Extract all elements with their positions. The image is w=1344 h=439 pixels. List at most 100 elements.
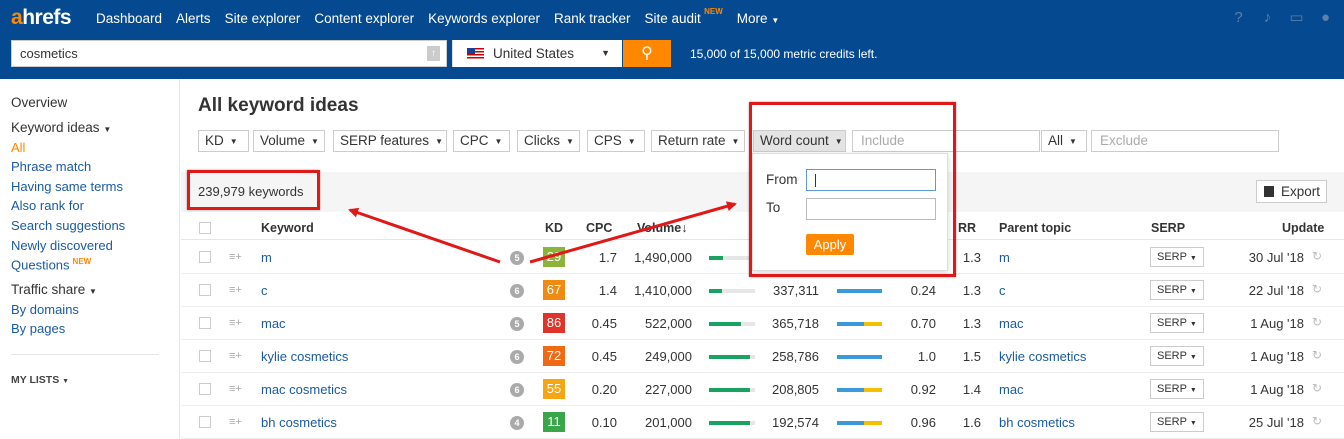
row-checkbox[interactable]: [199, 350, 211, 362]
col-update[interactable]: Update: [1282, 221, 1324, 235]
col-volume[interactable]: Volume↓: [637, 221, 687, 235]
serp-button[interactable]: SERP ▼: [1150, 280, 1204, 300]
serp-button[interactable]: SERP ▼: [1150, 247, 1204, 267]
upload-icon[interactable]: ↑: [427, 46, 440, 61]
filter-return-rate[interactable]: Return rate ▼: [651, 130, 745, 152]
nav-content-explorer[interactable]: Content explorer: [314, 11, 414, 26]
export-button[interactable]: Export: [1256, 180, 1327, 203]
parent-topic-link[interactable]: m: [999, 250, 1010, 265]
add-to-list-icon[interactable]: ≡+: [229, 383, 242, 395]
chevron-down-icon: ▼: [435, 137, 443, 146]
parent-topic-link[interactable]: kylie cosmetics: [999, 349, 1086, 364]
refresh-icon[interactable]: ↻: [1312, 414, 1322, 428]
nav-site-audit[interactable]: Site audit NEW: [645, 7, 723, 26]
keyword-link[interactable]: mac: [261, 316, 286, 331]
sidebar-item-having-same-terms[interactable]: Having same terms: [11, 179, 123, 194]
volume-value: 522,000: [645, 316, 692, 331]
row-checkbox[interactable]: [199, 317, 211, 329]
filter-kd[interactable]: KD ▼: [198, 130, 249, 152]
sidebar-item-newly-discovered[interactable]: Newly discovered: [11, 238, 113, 253]
add-to-list-icon[interactable]: ≡+: [229, 416, 242, 428]
add-to-list-icon[interactable]: ≡+: [229, 350, 242, 362]
row-checkbox[interactable]: [199, 383, 211, 395]
row-checkbox[interactable]: [199, 284, 211, 296]
keyword-link[interactable]: c: [261, 283, 268, 298]
my-lists[interactable]: MY LISTS ▼: [11, 374, 69, 386]
keyword-link[interactable]: bh cosmetics: [261, 415, 337, 430]
include-mode-select[interactable]: All ▼: [1041, 130, 1087, 152]
parent-topic-link[interactable]: mac: [999, 382, 1024, 397]
serp-button[interactable]: SERP ▼: [1150, 379, 1204, 399]
filter-cps[interactable]: CPS ▼: [587, 130, 645, 152]
parent-topic-link[interactable]: c: [999, 283, 1006, 298]
sidebar-overview[interactable]: Overview: [11, 95, 67, 110]
exclude-input[interactable]: Exclude: [1091, 130, 1279, 152]
nav-keywords-explorer[interactable]: Keywords explorer: [428, 11, 540, 26]
col-serp[interactable]: SERP: [1151, 221, 1185, 235]
serp-features-count[interactable]: 6: [510, 383, 524, 397]
col-parent-topic[interactable]: Parent topic: [999, 221, 1071, 235]
filter-cpc[interactable]: CPC ▼: [453, 130, 510, 152]
filter-serp-features[interactable]: SERP features ▼: [333, 130, 447, 152]
add-to-list-icon[interactable]: ≡+: [229, 251, 242, 263]
refresh-icon[interactable]: ↻: [1312, 282, 1322, 296]
sidebar-keyword-ideas[interactable]: Keyword ideas ▼: [11, 120, 111, 135]
sidebar-item-also-rank-for[interactable]: Also rank for: [11, 198, 84, 213]
col-cpc[interactable]: CPC: [586, 221, 612, 235]
sidebar-traffic-share[interactable]: Traffic share ▼: [11, 282, 97, 297]
serp-features-count[interactable]: 5: [510, 251, 524, 265]
sidebar-item-all[interactable]: All: [11, 140, 25, 155]
row-checkbox[interactable]: [199, 251, 211, 263]
refresh-icon[interactable]: ↻: [1312, 348, 1322, 362]
nav-site-explorer[interactable]: Site explorer: [225, 11, 301, 26]
ahrefs-logo[interactable]: ahrefs: [11, 7, 72, 29]
filter-clicks[interactable]: Clicks ▼: [517, 130, 580, 152]
user-icon[interactable]: ●: [1317, 9, 1334, 26]
serp-label: SERP: [1157, 350, 1187, 362]
refresh-icon[interactable]: ↻: [1312, 249, 1322, 263]
sidebar-item-phrase-match[interactable]: Phrase match: [11, 159, 91, 174]
table-row: ≡+ kylie cosmetics 6 72 0.45 249,000 258,786 1.…: [181, 340, 1344, 373]
serp-features-count[interactable]: 4: [510, 416, 524, 430]
add-to-list-icon[interactable]: ≡+: [229, 317, 242, 329]
serp-features-count[interactable]: 6: [510, 284, 524, 298]
serp-features-count[interactable]: 5: [510, 317, 524, 331]
chevron-down-icon: ▼: [566, 137, 574, 146]
serp-button[interactable]: SERP ▼: [1150, 346, 1204, 366]
sidebar-item-questions[interactable]: Questions NEW: [11, 257, 91, 272]
refresh-icon[interactable]: ↻: [1312, 315, 1322, 329]
sidebar-item-by-domains[interactable]: By domains: [11, 302, 79, 317]
clicks-bar: [837, 355, 882, 359]
parent-topic-link[interactable]: mac: [999, 316, 1024, 331]
keyword-link[interactable]: mac cosmetics: [261, 382, 347, 397]
nav-rank-tracker[interactable]: Rank tracker: [554, 11, 631, 26]
select-all-checkbox[interactable]: [199, 222, 211, 234]
chevron-down-icon: ▼: [1069, 137, 1077, 146]
nav-dashboard[interactable]: Dashboard: [96, 11, 162, 26]
bell-icon[interactable]: ♪: [1259, 9, 1276, 26]
search-button[interactable]: ⚲: [623, 40, 671, 67]
sidebar-item-search-suggestions[interactable]: Search suggestions: [11, 218, 125, 233]
parent-topic-link[interactable]: bh cosmetics: [999, 415, 1075, 430]
keyword-link[interactable]: m: [261, 250, 272, 265]
serp-features-count[interactable]: 6: [510, 350, 524, 364]
add-to-list-icon[interactable]: ≡+: [229, 284, 242, 296]
col-keyword[interactable]: Keyword: [261, 221, 314, 235]
nav-more[interactable]: More ▼: [737, 11, 779, 26]
monitor-icon[interactable]: ▭: [1288, 9, 1305, 26]
sidebar-item-by-pages[interactable]: By pages: [11, 321, 65, 336]
row-checkbox[interactable]: [199, 416, 211, 428]
serp-button[interactable]: SERP ▼: [1150, 412, 1204, 432]
serp-button[interactable]: SERP ▼: [1150, 313, 1204, 333]
serp-label: SERP: [1157, 251, 1187, 263]
keyword-search-input[interactable]: cosmetics: [11, 40, 447, 67]
filter-volume[interactable]: Volume ▼: [253, 130, 325, 152]
refresh-icon[interactable]: ↻: [1312, 381, 1322, 395]
nav-alerts[interactable]: Alerts: [176, 11, 211, 26]
country-select[interactable]: United States ▼: [452, 40, 622, 67]
help-icon[interactable]: ?: [1230, 9, 1247, 26]
col-rr[interactable]: RR: [958, 221, 976, 235]
cpc-value: 1.7: [598, 250, 617, 265]
keyword-link[interactable]: kylie cosmetics: [261, 349, 348, 364]
col-kd[interactable]: KD: [545, 221, 563, 235]
